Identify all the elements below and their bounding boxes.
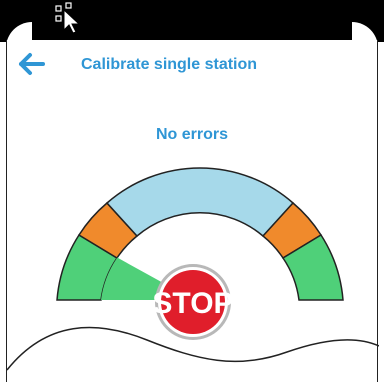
stop-label: STOP [152,287,233,320]
calibration-gauge: STOP [7,167,379,371]
gauge-band-blue [105,167,295,238]
stop-button[interactable]: STOP [152,264,234,340]
mouse-cursor-icon [55,2,81,34]
calibrate-screen: Calibrate single station No errors STOP [6,40,379,382]
